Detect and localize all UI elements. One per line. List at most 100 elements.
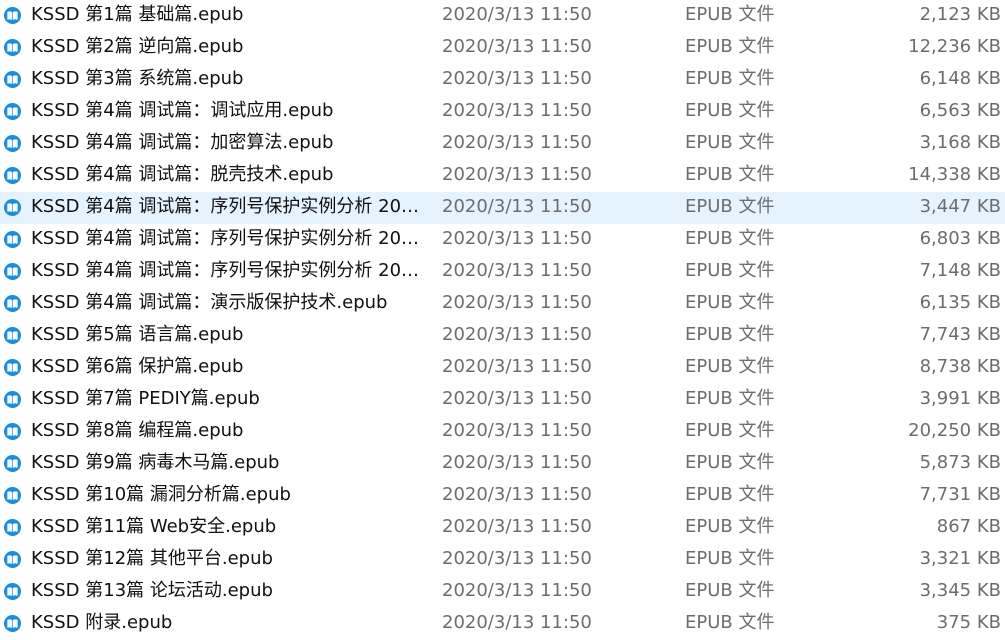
file-row[interactable]: KSSD 第4篇 调试篇：序列号保护实例分析 200... 2020/3/13 … [0,256,1005,288]
file-row[interactable]: KSSD 第10篇 漏洞分析篇.epub 2020/3/13 11:50 EPU… [0,480,1005,512]
file-name: KSSD 第4篇 调试篇：序列号保护实例分析 200... [31,260,426,281]
epub-file-icon [3,582,22,601]
file-name: KSSD 第13篇 论坛活动.epub [31,580,273,601]
file-size: 3,168 KB [919,132,1001,153]
file-name: KSSD 第4篇 调试篇：加密算法.epub [31,132,334,153]
file-date-modified: 2020/3/13 11:50 [442,548,592,569]
file-type: EPUB 文件 [685,100,775,121]
file-row[interactable]: KSSD 第4篇 调试篇：调试应用.epub 2020/3/13 11:50 E… [0,96,1005,128]
file-type: EPUB 文件 [685,132,775,153]
file-type: EPUB 文件 [685,580,775,601]
file-date-modified: 2020/3/13 11:50 [442,580,592,601]
file-type: EPUB 文件 [685,196,775,217]
file-type: EPUB 文件 [685,4,775,25]
file-date-modified: 2020/3/13 11:50 [442,164,592,185]
file-row[interactable]: KSSD 第6篇 保护篇.epub 2020/3/13 11:50 EPUB 文… [0,352,1005,384]
epub-file-icon [3,518,22,537]
epub-file-icon [3,38,22,57]
file-date-modified: 2020/3/13 11:50 [442,132,592,153]
file-date-modified: 2020/3/13 11:50 [442,4,592,25]
file-name: KSSD 第6篇 保护篇.epub [31,356,244,377]
file-size: 7,148 KB [919,260,1001,281]
file-type: EPUB 文件 [685,484,775,505]
file-row[interactable]: KSSD 第5篇 语言篇.epub 2020/3/13 11:50 EPUB 文… [0,320,1005,352]
file-name: KSSD 第4篇 调试篇：调试应用.epub [31,100,334,121]
file-size: 8,738 KB [919,356,1001,377]
file-date-modified: 2020/3/13 11:50 [442,260,592,281]
file-size: 12,236 KB [908,36,1001,57]
file-row[interactable]: KSSD 第11篇 Web安全.epub 2020/3/13 11:50 EPU… [0,512,1005,544]
epub-file-icon [3,102,22,121]
file-name: KSSD 第4篇 调试篇：序列号保护实例分析 200... [31,228,426,249]
epub-file-icon [3,230,22,249]
file-row[interactable]: KSSD 第4篇 调试篇：序列号保护实例分析 200... 2020/3/13 … [0,224,1005,256]
epub-file-icon [3,422,22,441]
file-date-modified: 2020/3/13 11:50 [442,68,592,89]
file-date-modified: 2020/3/13 11:50 [442,420,592,441]
file-type: EPUB 文件 [685,324,775,345]
file-name: KSSD 第10篇 漏洞分析篇.epub [31,484,291,505]
file-type: EPUB 文件 [685,388,775,409]
file-row[interactable]: KSSD 第3篇 系统篇.epub 2020/3/13 11:50 EPUB 文… [0,64,1005,96]
file-date-modified: 2020/3/13 11:50 [442,516,592,537]
file-type: EPUB 文件 [685,292,775,313]
file-row[interactable]: KSSD 第9篇 病毒木马篇.epub 2020/3/13 11:50 EPUB… [0,448,1005,480]
file-name: KSSD 附录.epub [31,612,173,633]
file-date-modified: 2020/3/13 11:50 [442,388,592,409]
epub-file-icon [3,358,22,377]
file-name: KSSD 第4篇 调试篇：脱壳技术.epub [31,164,334,185]
file-date-modified: 2020/3/13 11:50 [442,292,592,313]
file-name: KSSD 第7篇 PEDIY篇.epub [31,388,260,409]
file-row[interactable]: KSSD 第12篇 其他平台.epub 2020/3/13 11:50 EPUB… [0,544,1005,576]
epub-file-icon [3,70,22,89]
file-type: EPUB 文件 [685,516,775,537]
file-type: EPUB 文件 [685,356,775,377]
file-size: 3,345 KB [919,580,1001,601]
file-size: 3,991 KB [919,388,1001,409]
file-type: EPUB 文件 [685,420,775,441]
file-row[interactable]: KSSD 第4篇 调试篇：演示版保护技术.epub 2020/3/13 11:5… [0,288,1005,320]
file-row[interactable]: KSSD 附录.epub 2020/3/13 11:50 EPUB 文件 375… [0,608,1005,640]
file-row[interactable]: KSSD 第1篇 基础篇.epub 2020/3/13 11:50 EPUB 文… [0,0,1005,32]
file-row[interactable]: KSSD 第4篇 调试篇：序列号保护实例分析 200... 2020/3/13 … [0,192,1005,224]
file-list: KSSD 第1篇 基础篇.epub 2020/3/13 11:50 EPUB 文… [0,0,1005,634]
file-size: 3,447 KB [919,196,1001,217]
file-size: 3,321 KB [919,548,1001,569]
epub-file-icon [3,550,22,569]
file-type: EPUB 文件 [685,164,775,185]
file-type: EPUB 文件 [685,452,775,473]
file-size: 867 KB [936,516,1001,537]
file-name: KSSD 第3篇 系统篇.epub [31,68,244,89]
file-date-modified: 2020/3/13 11:50 [442,36,592,57]
file-name: KSSD 第11篇 Web安全.epub [31,516,277,537]
file-name: KSSD 第4篇 调试篇：序列号保护实例分析 200... [31,196,426,217]
epub-file-icon [3,326,22,345]
file-row[interactable]: KSSD 第8篇 编程篇.epub 2020/3/13 11:50 EPUB 文… [0,416,1005,448]
epub-file-icon [3,454,22,473]
file-size: 5,873 KB [919,452,1001,473]
epub-file-icon [3,198,22,217]
epub-file-icon [3,390,22,409]
file-row[interactable]: KSSD 第4篇 调试篇：脱壳技术.epub 2020/3/13 11:50 E… [0,160,1005,192]
file-row[interactable]: KSSD 第13篇 论坛活动.epub 2020/3/13 11:50 EPUB… [0,576,1005,608]
epub-file-icon [3,486,22,505]
file-name: KSSD 第4篇 调试篇：演示版保护技术.epub [31,292,388,313]
file-name: KSSD 第1篇 基础篇.epub [31,4,244,25]
file-row[interactable]: KSSD 第2篇 逆向篇.epub 2020/3/13 11:50 EPUB 文… [0,32,1005,64]
file-name: KSSD 第8篇 编程篇.epub [31,420,244,441]
file-size: 2,123 KB [919,4,1001,25]
file-name: KSSD 第12篇 其他平台.epub [31,548,273,569]
file-size: 7,731 KB [919,484,1001,505]
file-date-modified: 2020/3/13 11:50 [442,100,592,121]
file-name: KSSD 第2篇 逆向篇.epub [31,36,244,57]
file-date-modified: 2020/3/13 11:50 [442,452,592,473]
file-date-modified: 2020/3/13 11:50 [442,484,592,505]
epub-file-icon [3,614,22,633]
file-date-modified: 2020/3/13 11:50 [442,228,592,249]
file-size: 6,563 KB [919,100,1001,121]
file-date-modified: 2020/3/13 11:50 [442,324,592,345]
file-row[interactable]: KSSD 第7篇 PEDIY篇.epub 2020/3/13 11:50 EPU… [0,384,1005,416]
epub-file-icon [3,166,22,185]
file-row[interactable]: KSSD 第4篇 调试篇：加密算法.epub 2020/3/13 11:50 E… [0,128,1005,160]
file-type: EPUB 文件 [685,548,775,569]
